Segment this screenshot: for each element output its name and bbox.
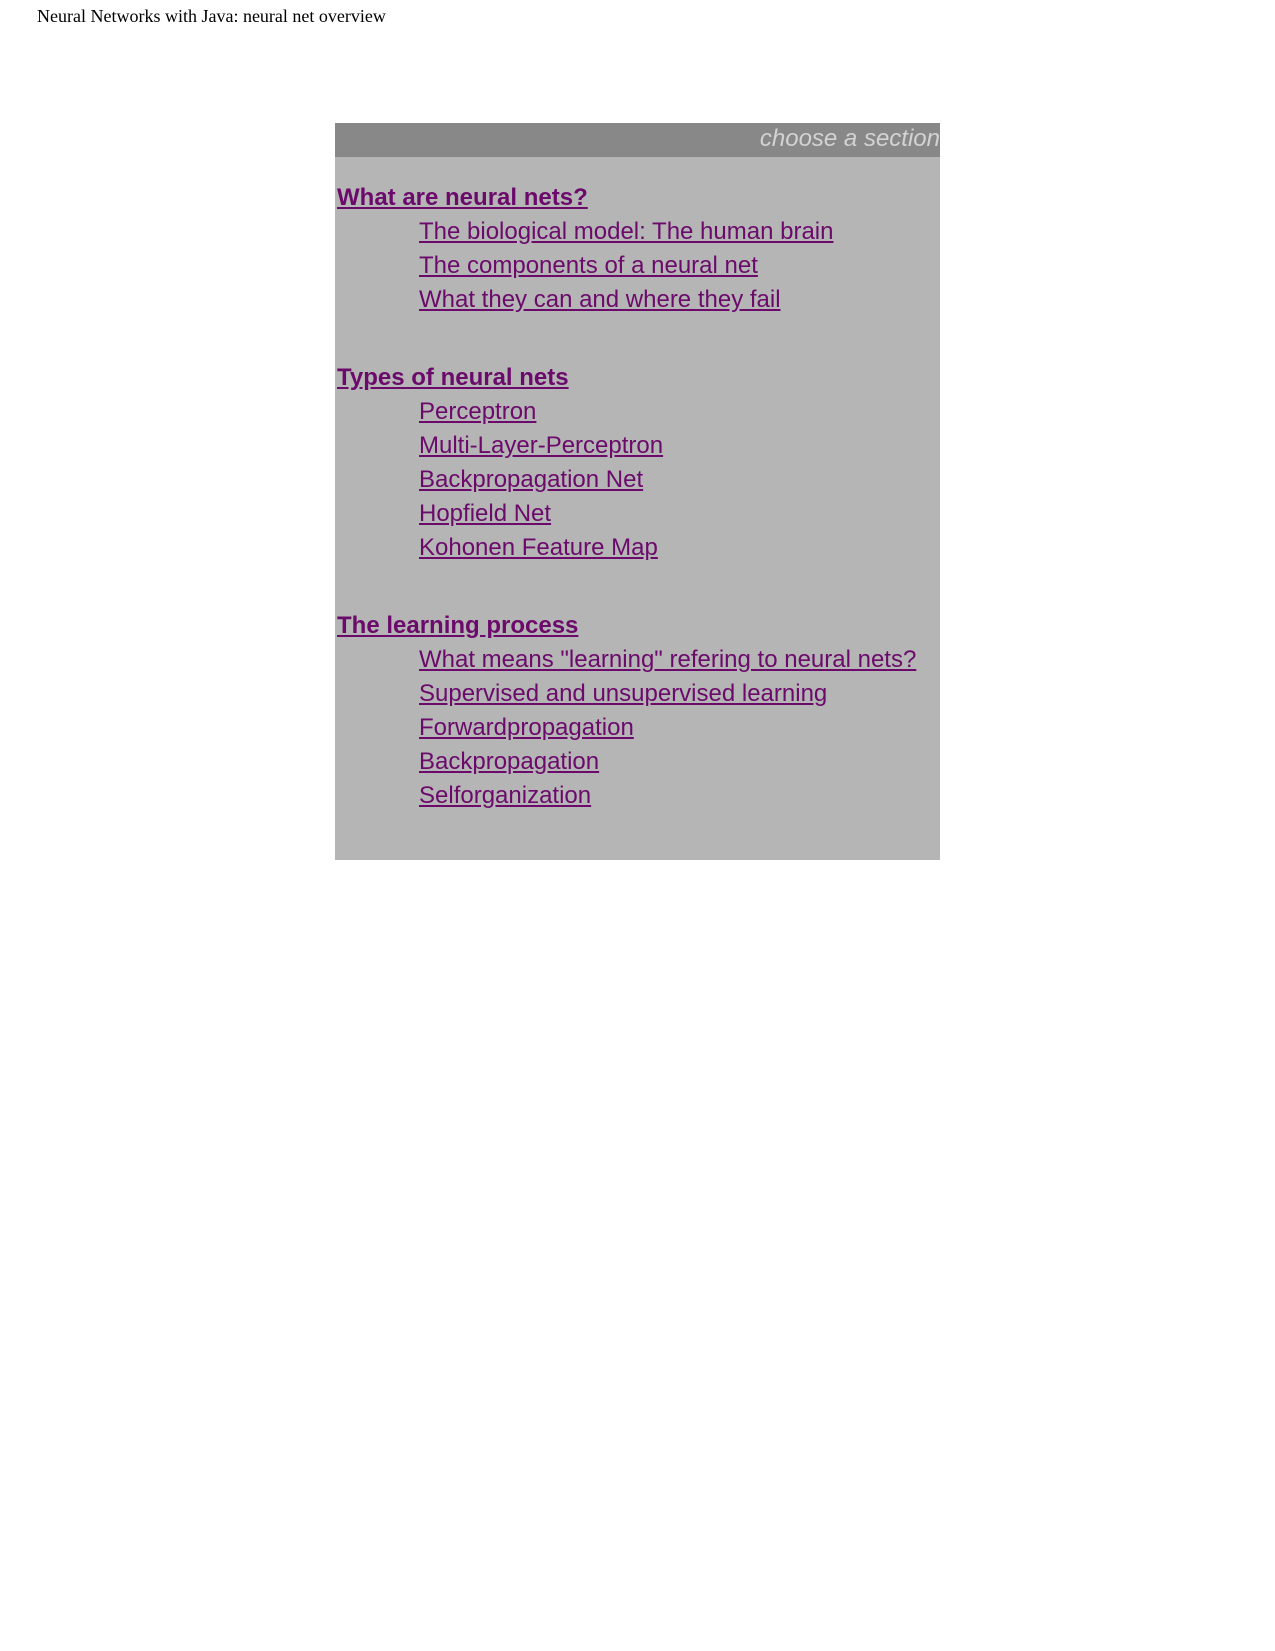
link-backpropagation-net[interactable]: Backpropagation Net — [419, 466, 643, 493]
link-biological-model[interactable]: The biological model: The human brain — [419, 218, 833, 245]
link-backpropagation[interactable]: Backpropagation — [419, 748, 599, 775]
sub-link-list: What means "learning" refering to neural… — [337, 643, 940, 813]
link-can-and-fail[interactable]: What they can and where they fail — [419, 286, 781, 313]
link-components[interactable]: The components of a neural net — [419, 252, 758, 279]
link-multi-layer-perceptron[interactable]: Multi-Layer-Perceptron — [419, 432, 663, 459]
link-supervised-unsupervised[interactable]: Supervised and unsupervised learning — [419, 680, 827, 707]
section-heading-link[interactable]: The learning process — [337, 609, 578, 643]
sub-link-list: The biological model: The human brain Th… — [337, 215, 940, 317]
panel-header: choose a section — [335, 123, 940, 157]
link-perceptron[interactable]: Perceptron — [419, 398, 536, 425]
sub-link-list: Perceptron Multi-Layer-Perceptron Backpr… — [337, 395, 940, 565]
section-learning-process: The learning process What means "learnin… — [337, 609, 940, 813]
section-what-are-neural-nets: What are neural nets? The biological mod… — [337, 181, 940, 317]
link-what-means-learning[interactable]: What means "learning" refering to neural… — [419, 646, 916, 673]
page-title: Neural Networks with Java: neural net ov… — [37, 6, 386, 26]
link-hopfield-net[interactable]: Hopfield Net — [419, 500, 551, 527]
link-selforganization[interactable]: Selforganization — [419, 782, 591, 809]
section-types-of-neural-nets: Types of neural nets Perceptron Multi-La… — [337, 361, 940, 565]
section-menu-panel: choose a section What are neural nets? T… — [335, 123, 940, 860]
link-kohonen-feature-map[interactable]: Kohonen Feature Map — [419, 534, 658, 561]
section-heading-link[interactable]: Types of neural nets — [337, 361, 569, 395]
section-heading-link[interactable]: What are neural nets? — [337, 181, 588, 215]
link-forwardpropagation[interactable]: Forwardpropagation — [419, 714, 634, 741]
